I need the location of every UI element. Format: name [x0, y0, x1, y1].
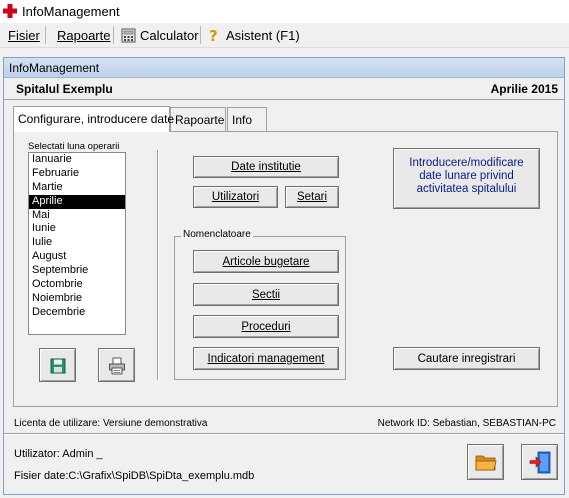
tab-configurare[interactable]: Configurare, introducere date [13, 106, 174, 132]
menu-separator [45, 26, 46, 44]
sectii-button[interactable]: Sectii [193, 283, 339, 306]
month-list[interactable]: Ianuarie Februarie Martie Aprilie Mai Iu… [28, 152, 126, 335]
month-item[interactable]: Octombrie [29, 278, 125, 292]
nomenclatoare-label: Nomenclatoare [181, 229, 253, 240]
utilizatori-button[interactable]: Utilizatori [193, 186, 278, 208]
header-panel: Spitalul Exemplu Aprilie 2015 [4, 78, 564, 100]
inner-window: InfoManagement Spitalul Exemplu Aprilie … [3, 57, 565, 495]
exit-button[interactable] [521, 444, 558, 480]
menu-rapoarte[interactable]: Rapoarte [57, 28, 110, 43]
indicatori-management-button[interactable]: Indicatori management [193, 347, 339, 370]
month-item[interactable]: Iunie [29, 222, 125, 236]
inner-window-title: InfoManagement [9, 61, 100, 75]
menu-separator [200, 26, 201, 44]
month-item[interactable]: Mai [29, 209, 125, 223]
month-item[interactable]: Septembrie [29, 264, 125, 278]
month-item[interactable]: August [29, 250, 125, 264]
tab-info[interactable]: Info [227, 107, 267, 131]
open-folder-button[interactable] [467, 444, 504, 480]
current-period: Aprilie 2015 [490, 82, 558, 96]
svg-text:?: ? [209, 28, 218, 44]
vertical-divider [157, 150, 159, 380]
menu-bar: Fisier Rapoarte Calculator ? Asistent (F… [0, 23, 569, 48]
menu-fisier[interactable]: Fisier [8, 28, 40, 43]
date-institutie-button[interactable]: Date institutie [193, 156, 339, 178]
database-file: Fisier date:C:\Grafix\SpiDB\SpiDta_exemp… [14, 470, 255, 482]
month-item[interactable]: Ianuarie [29, 153, 125, 167]
articole-bugetare-button[interactable]: Articole bugetare [193, 250, 339, 273]
cautare-inregistrari-button[interactable]: Cautare inregistrari [393, 347, 540, 370]
month-item-selected[interactable]: Aprilie [29, 194, 125, 209]
current-user: Utilizator: Admin _ [14, 448, 103, 460]
exit-door-icon [529, 451, 551, 474]
proceduri-button[interactable]: Proceduri [193, 315, 339, 338]
month-item[interactable]: Noiembrie [29, 292, 125, 306]
license-text: Licenta de utilizare: Versiune demonstra… [14, 418, 208, 429]
floppy-icon [50, 358, 66, 374]
hospital-name: Spitalul Exemplu [16, 82, 113, 96]
month-item[interactable]: Martie [29, 181, 125, 195]
menu-calculator-label: Calculator [140, 28, 199, 43]
printer-icon [109, 357, 125, 375]
title-bar: InfoManagement [0, 0, 569, 23]
setari-button[interactable]: Setari [285, 186, 339, 208]
calculator-icon [121, 28, 136, 43]
months-label: Selectati luna operarii [28, 141, 120, 152]
question-icon: ? [209, 28, 218, 44]
month-item[interactable]: Decembrie [29, 306, 125, 320]
footer-divider [4, 433, 564, 435]
print-button[interactable] [98, 348, 135, 382]
window-title: InfoManagement [22, 4, 120, 19]
month-item[interactable]: Februarie [29, 167, 125, 181]
inner-title-bar: InfoManagement [4, 58, 564, 78]
menu-separator [113, 26, 114, 44]
introducere-date-button[interactable]: Introducere/modificare date lunare privi… [393, 148, 540, 209]
red-cross-icon [3, 4, 17, 18]
menu-asistent-label: Asistent (F1) [226, 28, 300, 43]
network-id: Network ID: Sebastian, SEBASTIAN-PC [377, 418, 556, 429]
folder-icon [475, 455, 497, 471]
save-button[interactable] [39, 348, 76, 382]
tab-rapoarte[interactable]: Rapoarte [170, 107, 226, 131]
month-item[interactable]: Iulie [29, 236, 125, 250]
